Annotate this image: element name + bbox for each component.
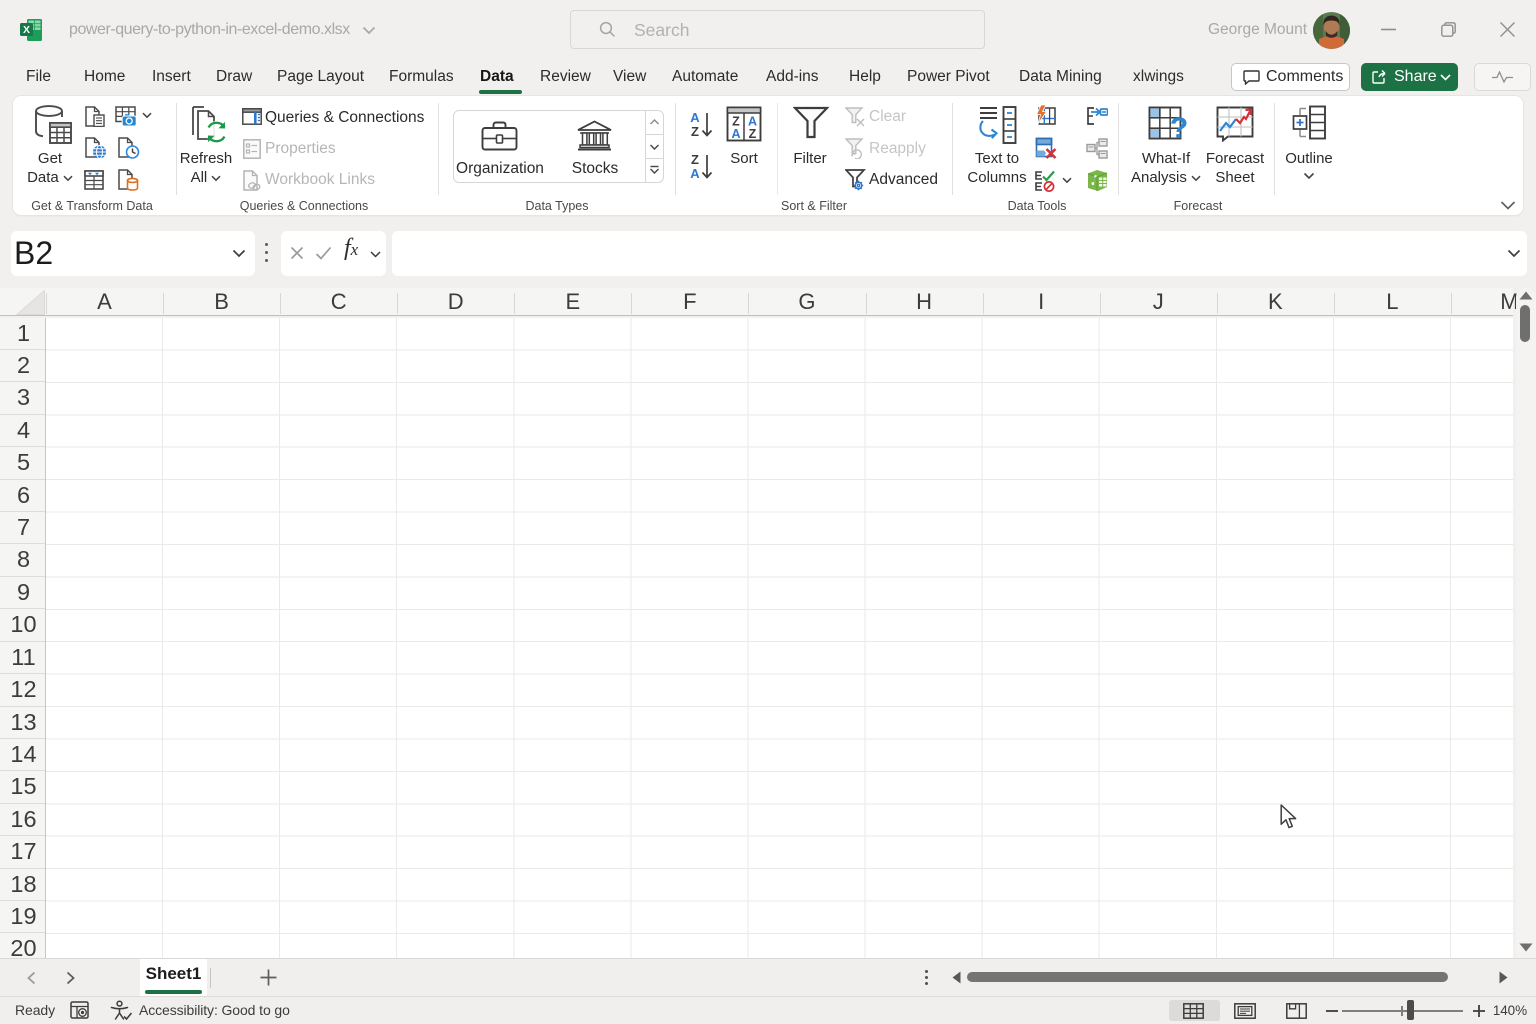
svg-text:X: X [23, 24, 30, 36]
